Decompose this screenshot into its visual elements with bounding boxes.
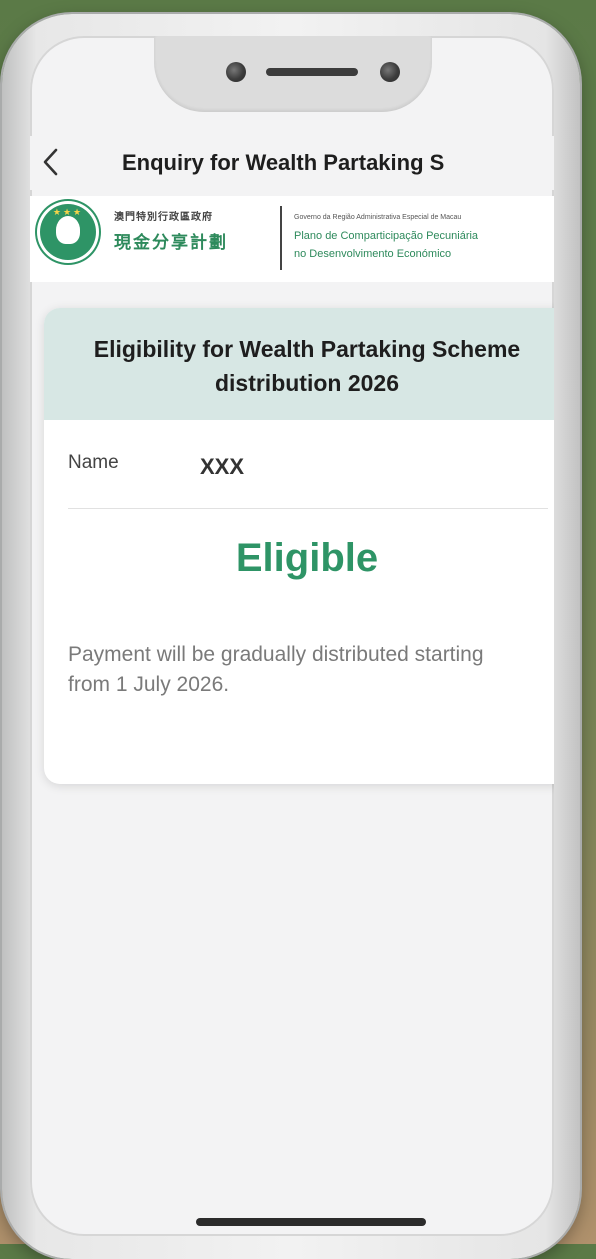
phone-screen: Enquiry for Wealth Partaking S ★★★ 澳門特別行… xyxy=(30,36,554,1236)
macao-emblem-icon: ★★★ xyxy=(40,204,96,260)
banner-gov-chinese: 澳門特別行政區政府 xyxy=(114,212,213,223)
scheme-banner: ★★★ 澳門特別行政區政府 現金分享計劃 Governo da Região A… xyxy=(30,196,554,282)
name-value: XXX xyxy=(200,454,245,479)
speaker-grille xyxy=(266,68,358,76)
name-label: Name xyxy=(68,452,119,473)
front-camera-icon xyxy=(380,62,400,82)
banner-scheme-portuguese-2: no Desenvolvimento Económico xyxy=(294,248,452,260)
home-indicator[interactable] xyxy=(196,1218,426,1226)
eligibility-card: Eligibility for Wealth Partaking Scheme … xyxy=(44,308,554,784)
card-title: Eligibility for Wealth Partaking Scheme … xyxy=(93,336,521,396)
phone-frame: Enquiry for Wealth Partaking S ★★★ 澳門特別行… xyxy=(2,14,580,1259)
card-divider xyxy=(68,508,548,509)
top-nav-bar: Enquiry for Wealth Partaking S xyxy=(30,136,554,190)
camera-icon xyxy=(226,62,246,82)
chevron-left-icon xyxy=(43,148,58,176)
banner-scheme-chinese: 現金分享計劃 xyxy=(114,233,228,252)
card-header: Eligibility for Wealth Partaking Scheme … xyxy=(44,308,554,420)
banner-scheme-portuguese-1: Plano de Comparticipação Pecuniária xyxy=(294,230,479,242)
lotus-icon xyxy=(56,216,80,244)
page-title: Enquiry for Wealth Partaking S xyxy=(122,150,445,175)
banner-gov-portuguese: Governo da Região Administrativa Especia… xyxy=(294,214,462,221)
payment-note: Payment will be gradually distributed st… xyxy=(68,643,484,696)
eligibility-status: Eligible xyxy=(235,536,379,580)
banner-divider xyxy=(280,206,282,270)
back-button[interactable] xyxy=(40,144,62,187)
phone-notch xyxy=(154,36,432,112)
